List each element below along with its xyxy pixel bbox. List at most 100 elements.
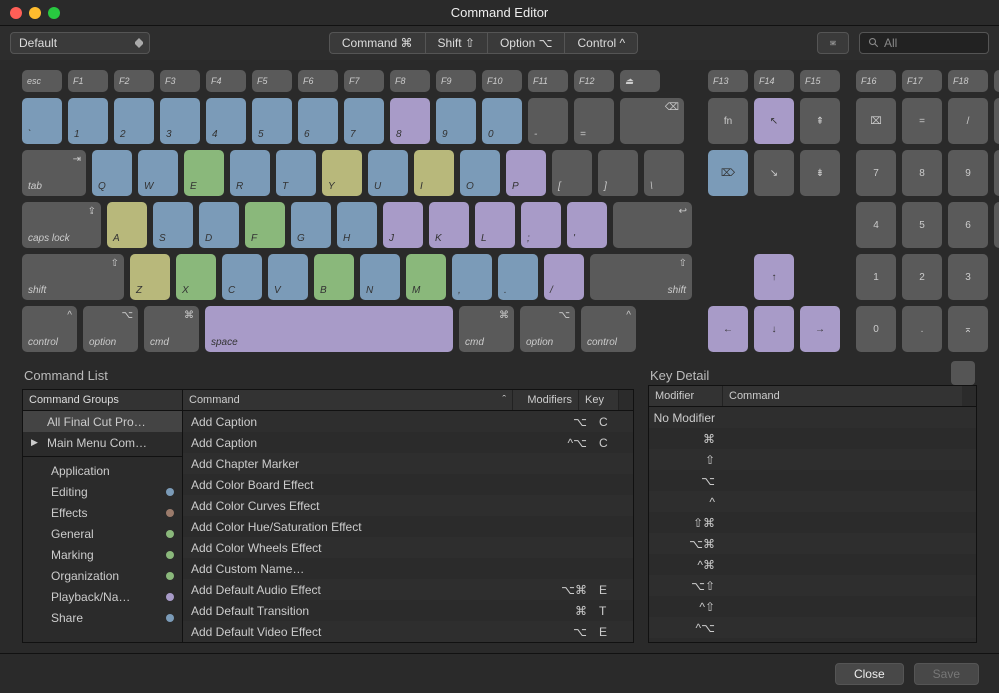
- key-[interactable]: ←: [708, 306, 748, 352]
- detail-command-column-header[interactable]: Command: [723, 386, 962, 406]
- modifier-command-button[interactable]: Command ⌘: [329, 32, 425, 54]
- key-detail-row[interactable]: ⌥⇧: [649, 575, 976, 596]
- key-detail-row[interactable]: ⌥⌘: [649, 533, 976, 554]
- modifier-control-button[interactable]: Control ^: [564, 32, 638, 54]
- group-row[interactable]: Share: [23, 607, 182, 628]
- key-9[interactable]: 9: [948, 150, 988, 196]
- key-f9[interactable]: F9: [436, 70, 476, 92]
- key-[interactable]: +: [994, 202, 999, 248]
- key-4[interactable]: 4: [856, 202, 896, 248]
- group-row[interactable]: Editing: [23, 481, 182, 502]
- key-tab[interactable]: tab⇥: [22, 150, 86, 196]
- key-[interactable]: /: [948, 98, 988, 144]
- key-l[interactable]: L: [475, 202, 515, 248]
- key-[interactable]: ]: [598, 150, 638, 196]
- key-f6[interactable]: F6: [298, 70, 338, 92]
- key-5[interactable]: 5: [902, 202, 942, 248]
- key-[interactable]: *: [994, 98, 999, 144]
- key-f14[interactable]: F14: [754, 70, 794, 92]
- group-row[interactable]: Application: [23, 460, 182, 481]
- key-shift[interactable]: ⇧shift: [590, 254, 692, 300]
- key-j[interactable]: J: [383, 202, 423, 248]
- key-[interactable]: =: [902, 98, 942, 144]
- save-button[interactable]: Save: [914, 663, 979, 685]
- key-option[interactable]: option⌥: [83, 306, 138, 352]
- key-f2[interactable]: F2: [114, 70, 154, 92]
- key-[interactable]: ↑: [754, 254, 794, 300]
- command-row[interactable]: Add Color Hue/Saturation Effect: [183, 516, 633, 537]
- group-row[interactable]: All Final Cut Pro…: [23, 411, 182, 432]
- key-7[interactable]: 7: [856, 150, 896, 196]
- key-f15[interactable]: F15: [800, 70, 840, 92]
- key-detail-row[interactable]: ^⌘: [649, 554, 976, 575]
- key-[interactable]: \: [644, 150, 684, 196]
- key-detail-row[interactable]: ^⇧: [649, 596, 976, 617]
- key-z[interactable]: Z: [130, 254, 170, 300]
- group-row[interactable]: ▶Main Menu Com…: [23, 432, 182, 453]
- key-9[interactable]: 9: [436, 98, 476, 144]
- key-o[interactable]: O: [460, 150, 500, 196]
- key-d[interactable]: D: [199, 202, 239, 248]
- key-5[interactable]: 5: [252, 98, 292, 144]
- key-e[interactable]: E: [184, 150, 224, 196]
- key-n[interactable]: N: [360, 254, 400, 300]
- key-detail-row[interactable]: ⌘: [649, 428, 976, 449]
- key-g[interactable]: G: [291, 202, 331, 248]
- key-control[interactable]: control^: [581, 306, 636, 352]
- key-return[interactable]: ↩: [613, 202, 692, 248]
- key-[interactable]: ,: [452, 254, 492, 300]
- key-[interactable]: -: [528, 98, 568, 144]
- key-cmd[interactable]: cmd⌘: [144, 306, 199, 352]
- key-[interactable]: ⌦: [708, 150, 748, 196]
- key-w[interactable]: W: [138, 150, 178, 196]
- key-f1[interactable]: F1: [68, 70, 108, 92]
- key-b[interactable]: B: [314, 254, 354, 300]
- key-4[interactable]: 4: [206, 98, 246, 144]
- key-f12[interactable]: F12: [574, 70, 614, 92]
- key-shift[interactable]: shift⇧: [22, 254, 124, 300]
- key-k[interactable]: K: [429, 202, 469, 248]
- key-[interactable]: →: [800, 306, 840, 352]
- key-1[interactable]: 1: [856, 254, 896, 300]
- key-q[interactable]: Q: [92, 150, 132, 196]
- close-window-icon[interactable]: [10, 7, 22, 19]
- key-2[interactable]: 2: [902, 254, 942, 300]
- key-f19[interactable]: F19: [994, 70, 999, 92]
- key-column-header[interactable]: Key: [579, 390, 619, 410]
- key-[interactable]: =: [574, 98, 614, 144]
- key-6[interactable]: 6: [948, 202, 988, 248]
- key-detail-row[interactable]: ^: [649, 491, 976, 512]
- key-detail-row[interactable]: ⌥: [649, 470, 976, 491]
- key-f11[interactable]: F11: [528, 70, 568, 92]
- key-[interactable]: ↓: [754, 306, 794, 352]
- key-8[interactable]: 8: [902, 150, 942, 196]
- command-row[interactable]: Add Caption^⌥C: [183, 432, 633, 453]
- key-fn[interactable]: fn: [708, 98, 748, 144]
- key-x[interactable]: X: [176, 254, 216, 300]
- key-f7[interactable]: F7: [344, 70, 384, 92]
- key-f13[interactable]: F13: [708, 70, 748, 92]
- group-row[interactable]: Organization: [23, 565, 182, 586]
- key-y[interactable]: Y: [322, 150, 362, 196]
- keyboard-layout-button[interactable]: [817, 32, 849, 54]
- key-0[interactable]: 0: [482, 98, 522, 144]
- key-[interactable]: ⌧: [856, 98, 896, 144]
- group-row[interactable]: Playback/Na…: [23, 586, 182, 607]
- key-7[interactable]: 7: [344, 98, 384, 144]
- key-f4[interactable]: F4: [206, 70, 246, 92]
- key-control[interactable]: control^: [22, 306, 77, 352]
- key-detail-row[interactable]: ^⌥: [649, 617, 976, 638]
- modifier-option-button[interactable]: Option ⌥: [487, 32, 565, 54]
- command-row[interactable]: Add Default Transition⌘T: [183, 600, 633, 621]
- key-6[interactable]: 6: [298, 98, 338, 144]
- key-option[interactable]: option⌥: [520, 306, 575, 352]
- search-field[interactable]: All: [859, 32, 989, 54]
- key-f17[interactable]: F17: [902, 70, 942, 92]
- command-row[interactable]: Add Default Audio Effect⌥⌘E: [183, 579, 633, 600]
- key-[interactable]: ↖: [754, 98, 794, 144]
- key-3[interactable]: 3: [160, 98, 200, 144]
- key-h[interactable]: H: [337, 202, 377, 248]
- key-p[interactable]: P: [506, 150, 546, 196]
- command-row[interactable]: Add Color Wheels Effect: [183, 537, 633, 558]
- key-f[interactable]: F: [245, 202, 285, 248]
